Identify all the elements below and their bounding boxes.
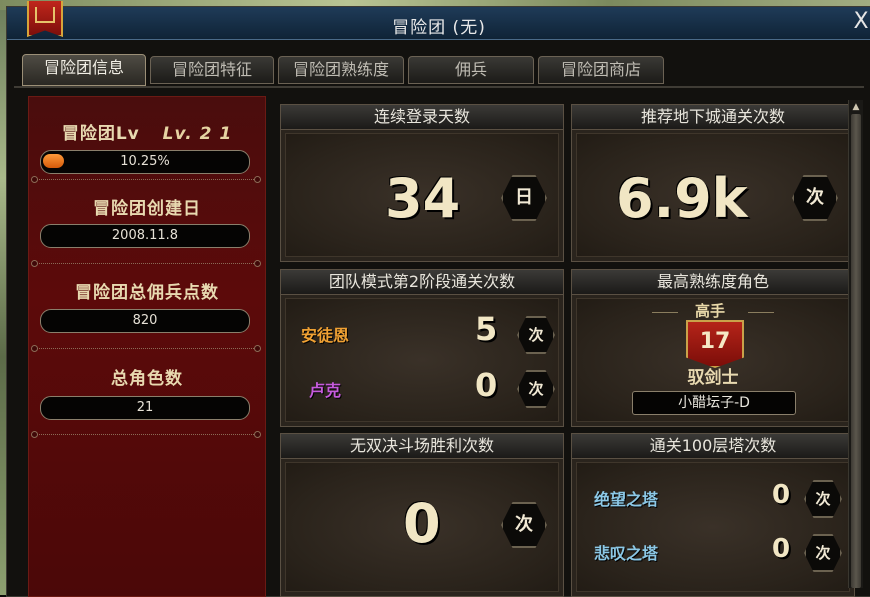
login-days-value: 34 bbox=[385, 167, 461, 230]
tab-team-info[interactable]: 冒险团信息 bbox=[22, 54, 146, 86]
arena-wins-value: 0 bbox=[403, 492, 441, 555]
panel-title: 团队模式第2阶段通关次数 bbox=[281, 270, 563, 295]
panel-body bbox=[576, 462, 850, 592]
divider bbox=[31, 345, 261, 352]
window-titlebar[interactable]: 冒险团 (无) X bbox=[7, 1, 870, 40]
divider bbox=[31, 431, 261, 438]
proficiency-rank: 高手 bbox=[694, 302, 725, 320]
dungeon-clears-value: 6.9k bbox=[616, 167, 748, 230]
divider bbox=[31, 260, 261, 267]
login-days-panel: 连续登录天数 34 日 bbox=[280, 104, 564, 262]
character-name: 小醋坛子-D bbox=[632, 391, 796, 415]
raid-name: 卢克 bbox=[309, 381, 342, 400]
close-button[interactable]: X bbox=[851, 10, 870, 34]
mercenary-points-value: 820 bbox=[40, 309, 250, 333]
arena-wins-panel: 无双决斗场胜利次数 0 次 bbox=[280, 433, 564, 597]
panel-title: 最高熟练度角色 bbox=[572, 270, 854, 295]
dungeon-clears-panel: 推荐地下城通关次数 6.9k 次 bbox=[571, 104, 855, 262]
team-level-value: Lv. 2 1 bbox=[162, 124, 233, 144]
divider bbox=[31, 176, 261, 183]
window-title: 冒险团 (无) bbox=[392, 18, 486, 38]
tab-team-traits[interactable]: 冒险团特征 bbox=[150, 56, 274, 84]
exp-progress-fill bbox=[43, 154, 64, 168]
tab-divider bbox=[14, 86, 864, 88]
team-level-label: 冒险团Lv bbox=[61, 124, 140, 144]
raid-clears-panel: 团队模式第2阶段通关次数 安徒恩 5 次 卢克 0 次 bbox=[280, 269, 564, 427]
exp-percent: 10.25% bbox=[120, 154, 170, 169]
raid-clears-value: 5 bbox=[475, 310, 498, 348]
scroll-up-arrow-icon[interactable]: ▲ bbox=[851, 102, 861, 112]
mercenary-points-label: 冒险团总佣兵点数 bbox=[75, 283, 219, 303]
panel-title: 无双决斗场胜利次数 bbox=[281, 434, 563, 459]
tower-clears-value: 0 bbox=[772, 480, 791, 510]
raid-clears-value: 0 bbox=[475, 366, 498, 404]
exp-progress-bar: 10.25% bbox=[40, 150, 250, 174]
tower-clears-value: 0 bbox=[772, 534, 791, 564]
character-count-label: 总角色数 bbox=[111, 369, 183, 389]
tab-bar: 冒险团信息 冒险团特征 冒险团熟练度 佣兵 冒险团商店 bbox=[14, 54, 864, 86]
tower-name: 绝望之塔 bbox=[594, 490, 659, 509]
raid-name: 安徒恩 bbox=[301, 326, 350, 345]
scrollbar[interactable]: ▲ bbox=[848, 100, 863, 588]
panel-body bbox=[285, 298, 559, 422]
tower-name: 悲叹之塔 bbox=[594, 544, 659, 563]
team-summary-sidebar: 冒险团Lv Lv. 2 1 10.25% 冒险团创建日 2008.11.8 冒险… bbox=[28, 96, 266, 597]
tab-team-shop[interactable]: 冒险团商店 bbox=[538, 56, 664, 84]
tower-clears-panel: 通关100层塔次数 绝望之塔 0 次 悲叹之塔 0 次 bbox=[571, 433, 855, 597]
tab-mercenary[interactable]: 佣兵 bbox=[408, 56, 534, 84]
created-date-label: 冒险团创建日 bbox=[93, 199, 201, 219]
panel-title: 通关100层塔次数 bbox=[572, 434, 854, 459]
created-date-value: 2008.11.8 bbox=[40, 224, 250, 248]
panel-title: 连续登录天数 bbox=[281, 105, 563, 130]
tab-team-proficiency[interactable]: 冒险团熟练度 bbox=[278, 56, 404, 84]
character-count-value: 21 bbox=[40, 396, 250, 420]
team-level-row: 冒险团Lv Lv. 2 1 bbox=[29, 119, 265, 144]
scroll-thumb[interactable] bbox=[851, 114, 861, 588]
character-job: 驭剑士 bbox=[687, 368, 739, 388]
panel-title: 推荐地下城通关次数 bbox=[572, 105, 854, 130]
